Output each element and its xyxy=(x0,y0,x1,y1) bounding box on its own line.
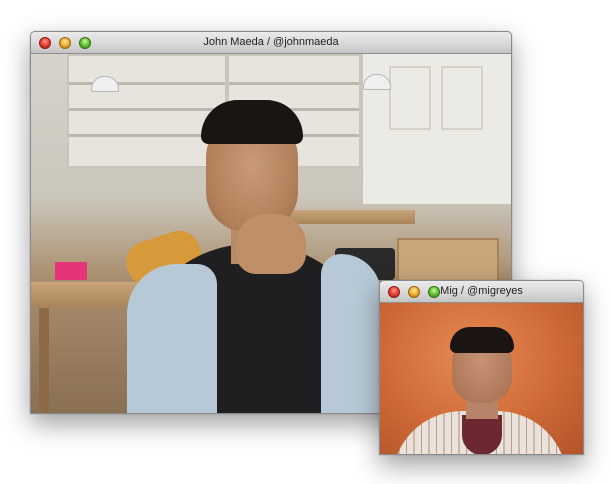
main-window-titlebar[interactable]: John Maeda / @johnmaeda xyxy=(31,32,511,54)
main-window-title: John Maeda / @johnmaeda xyxy=(203,36,339,48)
person-sleeve xyxy=(321,254,381,413)
person-hair xyxy=(450,327,514,353)
pink-box xyxy=(55,262,87,280)
person-hand xyxy=(236,214,306,274)
person-sleeve xyxy=(127,264,217,413)
mig-window-titlebar[interactable]: Mig / @migreyes xyxy=(380,281,583,303)
person-hair xyxy=(201,100,303,144)
mig-window-title: Mig / @migreyes xyxy=(440,285,523,297)
bookshelf xyxy=(67,54,227,168)
storage-box xyxy=(397,238,499,286)
mig-video-window[interactable]: Mig / @migreyes xyxy=(379,280,584,455)
desk xyxy=(285,210,415,224)
person-tshirt xyxy=(462,415,502,454)
mig-video-feed xyxy=(380,303,583,454)
